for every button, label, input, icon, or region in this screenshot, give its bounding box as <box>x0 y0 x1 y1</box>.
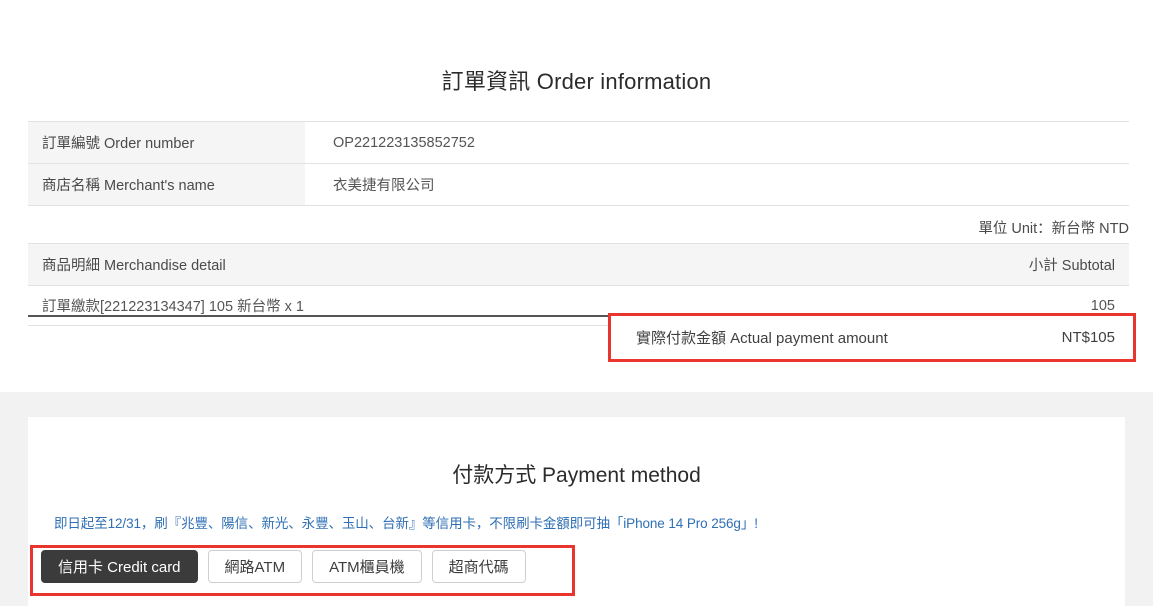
order-info-table: 訂單編號 Order number OP221223135852752 商店名稱… <box>28 121 1129 206</box>
order-number-label: 訂單編號 Order number <box>28 121 305 164</box>
tab-credit-card[interactable]: 信用卡 Credit card <box>41 550 198 583</box>
order-information-section: 訂單資訊 Order information 訂單編號 Order number… <box>0 0 1153 392</box>
table-row: 訂單編號 Order number OP221223135852752 <box>28 121 1129 164</box>
tab-atm-counter[interactable]: ATM櫃員機 <box>312 550 422 583</box>
currency-unit-note: 單位 Unit：新台幣 NTD <box>978 221 1129 237</box>
merchandise-detail-header: 商品明細 Merchandise detail <box>28 243 869 286</box>
actual-payment-label: 實際付款金額 Actual payment amount <box>636 330 888 347</box>
merchant-name-label: 商店名稱 Merchant's name <box>28 163 305 206</box>
payment-method-tabs: 信用卡 Credit card 網路ATM ATM櫃員機 超商代碼 <box>41 550 526 583</box>
payment-method-card: 付款方式 Payment method 即日起至12/31，刷『兆豐、陽信、新光… <box>28 417 1125 606</box>
payment-page: 金流服務由綠界科技ECPay提供 Payment cashflow servic… <box>0 0 1153 606</box>
table-header-row: 商品明細 Merchandise detail 小計 Subtotal <box>28 243 1129 286</box>
order-number-value: OP221223135852752 <box>305 121 1129 164</box>
payment-method-title: 付款方式 Payment method <box>452 464 701 487</box>
payment-method-section: 付款方式 Payment method 即日起至12/31，刷『兆豐、陽信、新光… <box>0 392 1153 606</box>
tab-convenience-store-code[interactable]: 超商代碼 <box>431 550 526 583</box>
actual-payment-highlight-box: 實際付款金額 Actual payment amount NT$105 <box>608 313 1136 362</box>
order-information-title: 訂單資訊 Order information <box>441 69 712 94</box>
merchant-name-value: 衣美捷有限公司 <box>305 163 1129 206</box>
tab-web-atm[interactable]: 網路ATM <box>207 550 303 583</box>
table-row: 商店名稱 Merchant's name 衣美捷有限公司 <box>28 163 1129 206</box>
subtotal-header: 小計 Subtotal <box>869 243 1129 286</box>
actual-payment-amount: NT$105 <box>1061 329 1115 346</box>
promotion-text[interactable]: 即日起至12/31，刷『兆豐、陽信、新光、永豐、玉山、台新』等信用卡，不限刷卡金… <box>54 512 758 532</box>
